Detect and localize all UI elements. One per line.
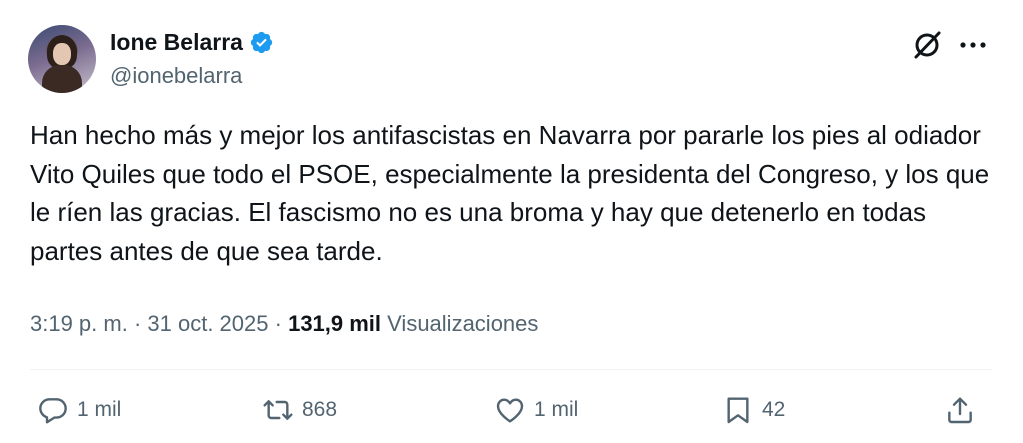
meta-separator: · <box>268 311 289 336</box>
like-count: 1 mil <box>534 398 579 421</box>
tweet-date[interactable]: 31 oct. 2025 <box>147 311 268 336</box>
divider <box>30 369 992 370</box>
views-label: Visualizaciones <box>387 311 539 336</box>
tweet-meta: 3:19 p. m. · 31 oct. 2025 · 131,9 mil Vi… <box>30 309 538 339</box>
author-name-row: Ione Belarra <box>110 27 274 57</box>
share-icon <box>948 397 972 424</box>
bookmark-count: 42 <box>762 398 786 421</box>
reply-icon <box>39 398 67 424</box>
more-dots-icon[interactable] <box>958 33 988 57</box>
tweet-card: Ione Belarra @ionebelarra Han hecho más … <box>0 0 1023 443</box>
avatar-body <box>42 65 82 93</box>
author-handle[interactable]: @ionebelarra <box>110 62 242 90</box>
views-count: 131,9 mil <box>288 311 382 336</box>
repost-count: 868 <box>302 398 338 421</box>
reply-button[interactable]: 1 mil <box>37 393 121 427</box>
meta-separator: · <box>127 311 148 336</box>
share-button[interactable] <box>944 393 976 427</box>
avatar[interactable] <box>28 25 96 93</box>
tweet-text: Han hecho más y mejor los antifascistas … <box>30 120 990 266</box>
avatar-face <box>53 43 71 65</box>
grok-icon[interactable] <box>912 30 942 60</box>
repost-icon <box>263 400 293 420</box>
like-button[interactable]: 1 mil <box>494 393 578 427</box>
verified-badge-icon[interactable] <box>249 30 274 55</box>
bookmark-button[interactable]: 42 <box>722 393 785 427</box>
reply-count: 1 mil <box>77 398 122 421</box>
author-display-name[interactable]: Ione Belarra <box>110 27 243 57</box>
heart-icon <box>496 398 524 423</box>
bookmark-icon <box>727 397 749 424</box>
repost-button[interactable]: 868 <box>262 393 337 427</box>
tweet-time[interactable]: 3:19 p. m. <box>30 311 128 336</box>
